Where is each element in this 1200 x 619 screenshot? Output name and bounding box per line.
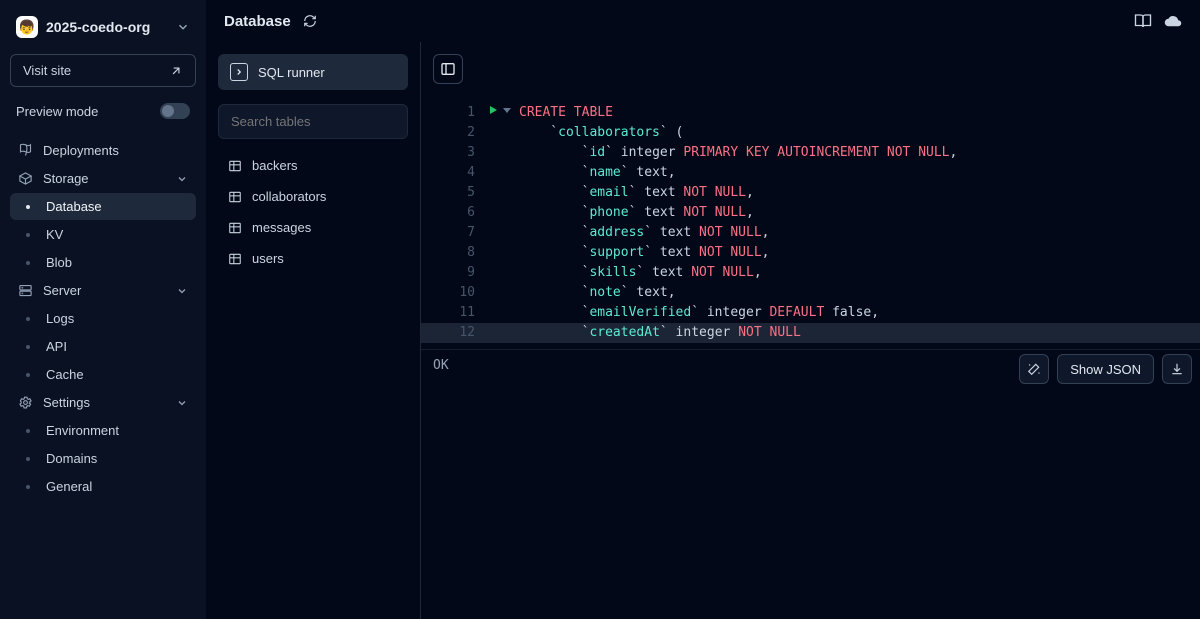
visit-site-label: Visit site — [23, 63, 71, 78]
external-link-icon — [169, 64, 183, 78]
bullet-icon — [26, 233, 30, 237]
chevron-down-icon — [176, 397, 188, 409]
nav-sub-label: Database — [46, 199, 102, 214]
nav-sub-label: Environment — [46, 423, 119, 438]
nav-sub-api[interactable]: API — [10, 333, 196, 360]
nav-sub-cache[interactable]: Cache — [10, 361, 196, 388]
download-icon — [1170, 362, 1184, 376]
panel-toggle-button[interactable] — [433, 54, 463, 84]
refresh-icon[interactable] — [303, 14, 317, 28]
panel-left-icon — [440, 61, 456, 77]
nav-sub-environment[interactable]: Environment — [10, 417, 196, 444]
nav-item-label: Settings — [43, 395, 90, 410]
bullet-icon — [26, 485, 30, 489]
sidebar-nav: Deployments Storage Database KV Blob Server Lo… — [10, 137, 196, 500]
code-editor[interactable]: 1CREATE TABLE2 `collaborators` (3 `id` i… — [421, 97, 1200, 343]
bullet-icon — [26, 345, 30, 349]
bullet-icon — [26, 205, 30, 209]
table-icon — [228, 159, 242, 173]
nav-sub-kv[interactable]: KV — [10, 221, 196, 248]
preview-mode-label: Preview mode — [16, 104, 98, 119]
nav-sub-database[interactable]: Database — [10, 193, 196, 220]
editor-column: 1CREATE TABLE2 `collaborators` (3 `id` i… — [420, 42, 1200, 619]
nav-sub-blob[interactable]: Blob — [10, 249, 196, 276]
nav-sub-label: Blob — [46, 255, 72, 270]
chevron-down-icon — [176, 173, 188, 185]
terminal-icon — [230, 63, 248, 81]
table-icon — [228, 221, 242, 235]
search-tables-input[interactable] — [218, 104, 408, 139]
bullet-icon — [26, 373, 30, 377]
avatar: 👦 — [16, 16, 38, 38]
nav-item-server[interactable]: Server — [10, 277, 196, 304]
play-icon[interactable] — [487, 104, 499, 116]
bullet-icon — [26, 457, 30, 461]
bullet-icon — [26, 429, 30, 433]
table-item-label: messages — [252, 220, 311, 235]
nav-item-storage[interactable]: Storage — [10, 165, 196, 192]
table-item-users[interactable]: users — [218, 244, 408, 273]
nav-item-settings[interactable]: Settings — [10, 389, 196, 416]
page-title: Database — [224, 13, 291, 30]
nav-sub-domains[interactable]: Domains — [10, 445, 196, 472]
magic-wand-icon — [1027, 362, 1041, 376]
chevron-down-icon[interactable] — [501, 104, 513, 116]
magic-wand-button[interactable] — [1019, 354, 1049, 384]
nav-sub-general[interactable]: General — [10, 473, 196, 500]
table-icon — [228, 252, 242, 266]
sql-runner-button[interactable]: SQL runner — [218, 54, 408, 90]
tables-column: SQL runner backers collaborators messages u… — [206, 42, 420, 619]
show-json-label: Show JSON — [1070, 362, 1141, 377]
sidebar: 👦 2025-coedo-org Visit site Preview mode… — [0, 0, 206, 619]
nav-sub-label: API — [46, 339, 67, 354]
table-item-label: users — [252, 251, 284, 266]
project-picker[interactable]: 👦 2025-coedo-org — [10, 10, 196, 44]
topbar: Database — [206, 0, 1200, 42]
nav-item-deployments[interactable]: Deployments — [10, 137, 196, 164]
project-name: 2025-coedo-org — [46, 19, 168, 35]
sql-runner-label: SQL runner — [258, 65, 325, 80]
nav-sub-label: KV — [46, 227, 63, 242]
show-json-button[interactable]: Show JSON — [1057, 354, 1154, 384]
table-item-backers[interactable]: backers — [218, 151, 408, 180]
preview-mode-row: Preview mode — [10, 99, 196, 123]
table-item-label: backers — [252, 158, 298, 173]
nav-sub-label: Cache — [46, 367, 84, 382]
bullet-icon — [26, 317, 30, 321]
nav-item-label: Storage — [43, 171, 89, 186]
table-item-collaborators[interactable]: collaborators — [218, 182, 408, 211]
main: Database SQL runner backers collaborators… — [206, 0, 1200, 619]
search-tables-field[interactable] — [231, 114, 395, 129]
table-item-messages[interactable]: messages — [218, 213, 408, 242]
nav-sub-label: Logs — [46, 311, 74, 326]
nav-item-label: Deployments — [43, 143, 119, 158]
download-button[interactable] — [1162, 354, 1192, 384]
nav-item-label: Server — [43, 283, 81, 298]
table-item-label: collaborators — [252, 189, 326, 204]
visit-site-button[interactable]: Visit site — [10, 54, 196, 87]
chevron-down-icon — [176, 20, 190, 34]
nav-sub-label: Domains — [46, 451, 97, 466]
nav-sub-logs[interactable]: Logs — [10, 305, 196, 332]
preview-mode-toggle[interactable] — [160, 103, 190, 119]
table-icon — [228, 190, 242, 204]
cloud-icon[interactable] — [1164, 12, 1182, 30]
tables-list: backers collaborators messages users — [218, 151, 408, 273]
chevron-down-icon — [176, 285, 188, 297]
bullet-icon — [26, 261, 30, 265]
nav-sub-label: General — [46, 479, 92, 494]
editor-actions: Show JSON — [1019, 354, 1192, 384]
book-icon[interactable] — [1134, 12, 1152, 30]
